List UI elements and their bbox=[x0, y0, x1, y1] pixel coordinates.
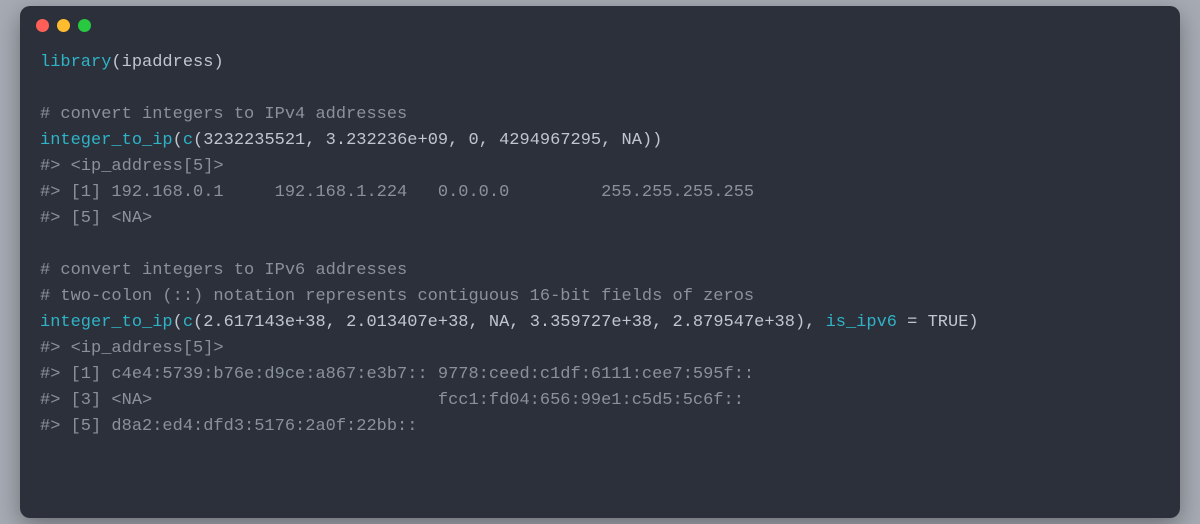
code-area[interactable]: library(ipaddress)# convert integers to … bbox=[20, 44, 1180, 460]
code-token: ( bbox=[193, 313, 203, 332]
code-token: #> [3] <NA> fcc1:fd04:656:99e1:c5d5:5c6f… bbox=[40, 391, 744, 410]
code-token: 2.013407e+38 bbox=[346, 313, 468, 332]
code-line bbox=[40, 232, 1160, 258]
code-token: TRUE bbox=[928, 313, 969, 332]
code-token: ( bbox=[173, 131, 183, 150]
code-token: ipaddress bbox=[122, 53, 214, 72]
code-token: 0 bbox=[469, 131, 479, 150]
code-token: #> <ip_address[5]> bbox=[40, 157, 224, 176]
code-token: #> [1] 192.168.0.1 192.168.1.224 0.0.0.0… bbox=[40, 183, 754, 202]
code-token: #> [5] d8a2:ed4:dfd3:5176:2a0f:22bb:: bbox=[40, 417, 417, 436]
code-token: 3.359727e+38 bbox=[530, 313, 652, 332]
code-token: 3.232236e+09 bbox=[326, 131, 448, 150]
code-token: , bbox=[468, 313, 488, 332]
code-token: NA bbox=[489, 313, 509, 332]
code-token: , bbox=[479, 131, 499, 150]
code-token: , bbox=[326, 313, 346, 332]
code-token: ( bbox=[111, 53, 121, 72]
code-line bbox=[40, 76, 1160, 102]
code-token: # convert integers to IPv4 addresses bbox=[40, 105, 407, 124]
code-line: library(ipaddress) bbox=[40, 50, 1160, 76]
code-token: 4294967295 bbox=[499, 131, 601, 150]
code-token: integer_to_ip bbox=[40, 131, 173, 150]
code-token: ), bbox=[795, 313, 826, 332]
code-token: ( bbox=[173, 313, 183, 332]
code-token: , bbox=[601, 131, 621, 150]
code-line: integer_to_ip(c(2.617143e+38, 2.013407e+… bbox=[40, 310, 1160, 336]
code-token: , bbox=[305, 131, 325, 150]
code-token: #> <ip_address[5]> bbox=[40, 339, 224, 358]
code-token: is_ipv6 bbox=[826, 313, 897, 332]
code-line: #> [1] 192.168.0.1 192.168.1.224 0.0.0.0… bbox=[40, 180, 1160, 206]
code-line: #> <ip_address[5]> bbox=[40, 336, 1160, 362]
code-line: # convert integers to IPv4 addresses bbox=[40, 102, 1160, 128]
code-line: #> [1] c4e4:5739:b76e:d9ce:a867:e3b7:: 9… bbox=[40, 362, 1160, 388]
code-line: # convert integers to IPv6 addresses bbox=[40, 258, 1160, 284]
code-token: , bbox=[509, 313, 529, 332]
code-token: #> [5] <NA> bbox=[40, 209, 152, 228]
code-line: #> <ip_address[5]> bbox=[40, 154, 1160, 180]
code-token: )) bbox=[642, 131, 662, 150]
code-line: #> [5] <NA> bbox=[40, 206, 1160, 232]
code-token: , bbox=[448, 131, 468, 150]
code-token: ( bbox=[193, 131, 203, 150]
code-line: #> [5] d8a2:ed4:dfd3:5176:2a0f:22bb:: bbox=[40, 414, 1160, 440]
code-token: ) bbox=[968, 313, 978, 332]
code-token: library bbox=[40, 53, 111, 72]
code-token: c bbox=[183, 131, 193, 150]
code-line: # two-colon (::) notation represents con… bbox=[40, 284, 1160, 310]
code-token: c bbox=[183, 313, 193, 332]
window-titlebar bbox=[20, 6, 1180, 44]
code-token: # convert integers to IPv6 addresses bbox=[40, 261, 407, 280]
code-token: integer_to_ip bbox=[40, 313, 173, 332]
code-token: #> [1] c4e4:5739:b76e:d9ce:a867:e3b7:: 9… bbox=[40, 365, 754, 384]
code-token: = bbox=[897, 313, 928, 332]
code-line: integer_to_ip(c(3232235521, 3.232236e+09… bbox=[40, 128, 1160, 154]
code-line: #> [3] <NA> fcc1:fd04:656:99e1:c5d5:5c6f… bbox=[40, 388, 1160, 414]
minimize-icon[interactable] bbox=[57, 19, 70, 32]
code-token: 2.879547e+38 bbox=[673, 313, 795, 332]
terminal-window: library(ipaddress)# convert integers to … bbox=[20, 6, 1180, 518]
close-icon[interactable] bbox=[36, 19, 49, 32]
code-token: ) bbox=[213, 53, 223, 72]
code-token: NA bbox=[622, 131, 642, 150]
maximize-icon[interactable] bbox=[78, 19, 91, 32]
code-token: # two-colon (::) notation represents con… bbox=[40, 287, 754, 306]
code-token: , bbox=[652, 313, 672, 332]
code-token: 2.617143e+38 bbox=[203, 313, 325, 332]
code-token: 3232235521 bbox=[203, 131, 305, 150]
